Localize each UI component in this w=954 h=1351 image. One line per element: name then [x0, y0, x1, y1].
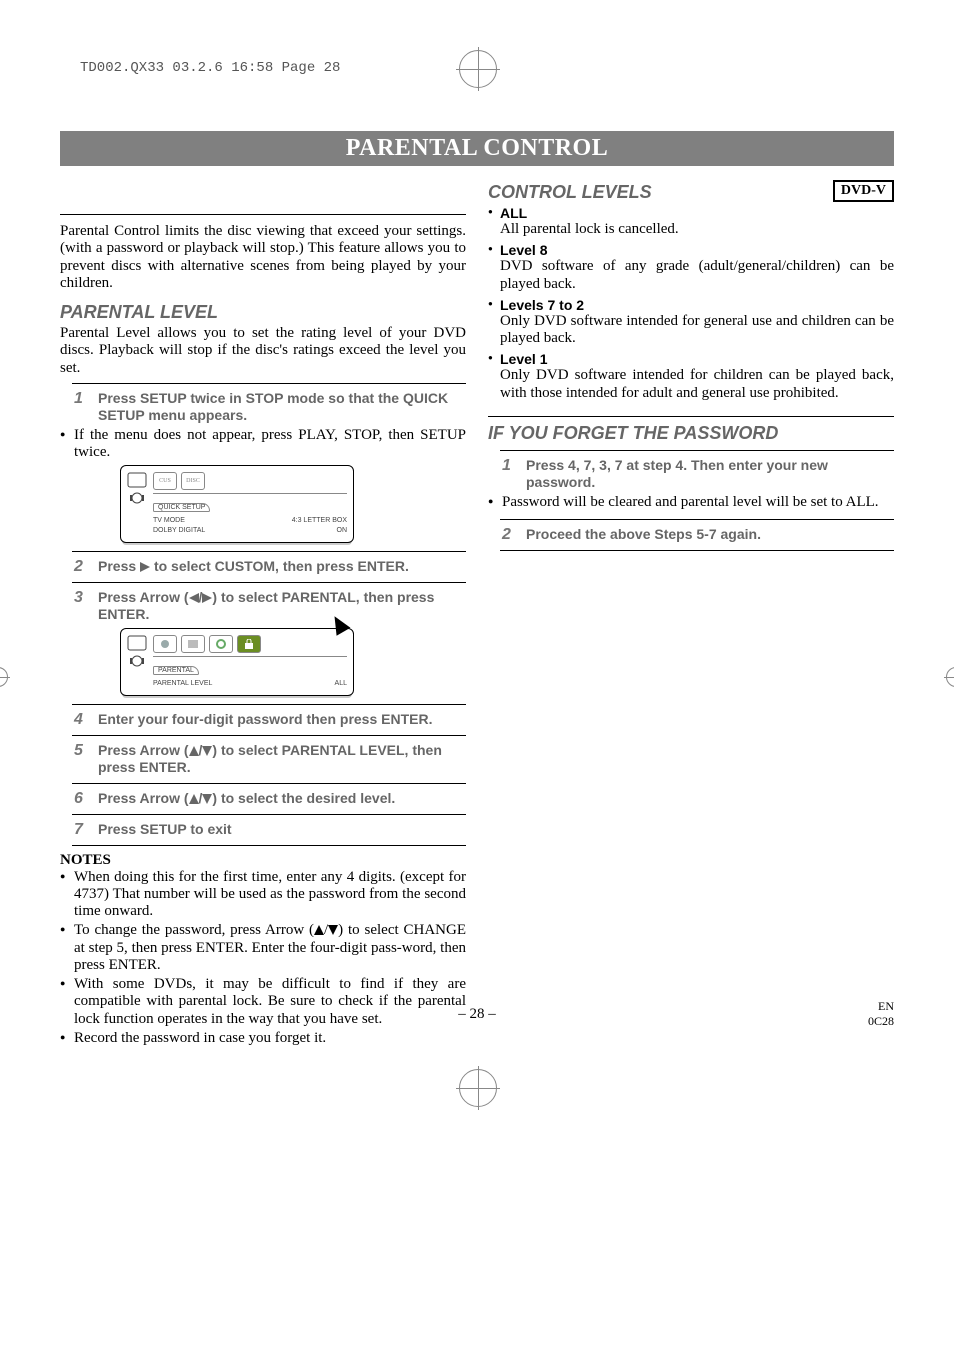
page: TD002.QX33 03.2.6 16:58 Page 28 PARENTAL…	[60, 60, 894, 1049]
osd-tab-a	[153, 635, 177, 653]
right-column: CONTROL LEVELS ALL All parental lock is …	[488, 206, 894, 1049]
page-footer: – 28 – EN 0C28	[60, 999, 894, 1029]
footer-code: 0C28	[814, 1014, 894, 1029]
step-3: 3 Press Arrow (/) to select PARENTAL, th…	[74, 589, 466, 624]
osd-tab-c	[209, 635, 233, 653]
step-4: 4 Enter your four-digit password then pr…	[74, 711, 466, 729]
osd-subtab-quick: QUICK SETUP	[153, 503, 210, 512]
osd-tv-mode-label: TV MODE	[153, 516, 185, 526]
level-7-2: Levels 7 to 2	[488, 297, 894, 313]
print-slug: TD002.QX33 03.2.6 16:58 Page 28	[80, 60, 894, 76]
forget-bullet: Password will be cleared and parental le…	[488, 494, 894, 511]
level-1-desc: Only DVD software intended for children …	[500, 367, 894, 402]
osd-parental-level-label: PARENTAL LEVEL	[153, 679, 212, 689]
level-8: Level 8	[488, 242, 894, 258]
level-8-desc: DVD software of any grade (adult/general…	[500, 258, 894, 293]
control-levels-heading: CONTROL LEVELS	[488, 182, 894, 203]
triangle-down-icon	[328, 925, 338, 935]
crop-mark-left	[0, 667, 8, 687]
section-banner: PARENTAL CONTROL	[60, 131, 894, 166]
triangle-up-icon	[189, 794, 199, 804]
triangle-down-icon	[202, 746, 212, 756]
parental-level-heading: PARENTAL LEVEL	[60, 302, 466, 323]
osd-tab-1: CUS	[153, 472, 177, 490]
level-all-desc: All parental lock is cancelled.	[500, 221, 894, 238]
note-1: When doing this for the first time, ente…	[60, 869, 466, 921]
osd-tab-b	[181, 635, 205, 653]
intro-paragraph: Parental Control limits the disc viewing…	[60, 223, 466, 292]
osd-dolby-value: ON	[337, 526, 348, 536]
osd-dolby-label: DOLBY DIGITAL	[153, 526, 205, 536]
note-4: Record the password in case you forget i…	[60, 1030, 466, 1047]
triangle-left-icon	[189, 593, 199, 603]
osd-quick-setup: CUS DISC QUICK SETUP TV MODE 4:3 LETTER …	[120, 465, 354, 543]
note-2: To change the password, press Arrow (/) …	[60, 922, 466, 974]
forget-step-2: 2 Proceed the above Steps 5-7 again.	[502, 526, 894, 544]
step-1-bullet: If the menu does not appear, press PLAY,…	[60, 427, 466, 462]
level-1: Level 1	[488, 351, 894, 367]
osd-subtab-parental: PARENTAL	[153, 666, 199, 675]
notes-heading: NOTES	[60, 852, 466, 869]
step-7: 7 Press SETUP to exit	[74, 821, 466, 839]
level-7-2-desc: Only DVD software intended for general u…	[500, 313, 894, 348]
triangle-up-icon	[189, 746, 199, 756]
osd-parental-level-value: ALL	[335, 679, 347, 689]
osd-tab-2: DISC	[181, 472, 205, 490]
page-number: – 28 –	[140, 1006, 814, 1023]
forget-password-heading: IF YOU FORGET THE PASSWORD	[488, 423, 894, 444]
crop-mark-right	[946, 667, 954, 687]
disc-icon	[127, 635, 147, 669]
osd-tab-parental	[237, 635, 261, 653]
osd-tv-mode-value: 4:3 LETTER BOX	[292, 516, 347, 526]
step-1: 1 Press SETUP twice in STOP mode so that…	[74, 390, 466, 425]
triangle-down-icon	[202, 794, 212, 804]
level-all: ALL	[488, 205, 894, 221]
step-5: 5 Press Arrow (/) to select PARENTAL LEV…	[74, 742, 466, 777]
footer-lang: EN	[814, 999, 894, 1014]
disc-icon	[127, 472, 147, 506]
triangle-up-icon	[314, 925, 324, 935]
crop-mark-bottom	[459, 1069, 497, 1107]
parental-level-desc: Parental Level allows you to set the rat…	[60, 325, 466, 377]
triangle-right-icon	[202, 593, 212, 603]
step-2: 2 Press to select CUSTOM, then press ENT…	[74, 558, 466, 576]
step-6: 6 Press Arrow (/) to select the desired …	[74, 790, 466, 808]
osd-parental: PARENTAL PARENTAL LEVEL ALL	[120, 628, 354, 696]
triangle-right-icon	[140, 562, 150, 572]
left-column: Parental Control limits the disc viewing…	[60, 206, 466, 1049]
forget-step-1: 1 Press 4, 7, 3, 7 at step 4. Then enter…	[502, 457, 894, 492]
